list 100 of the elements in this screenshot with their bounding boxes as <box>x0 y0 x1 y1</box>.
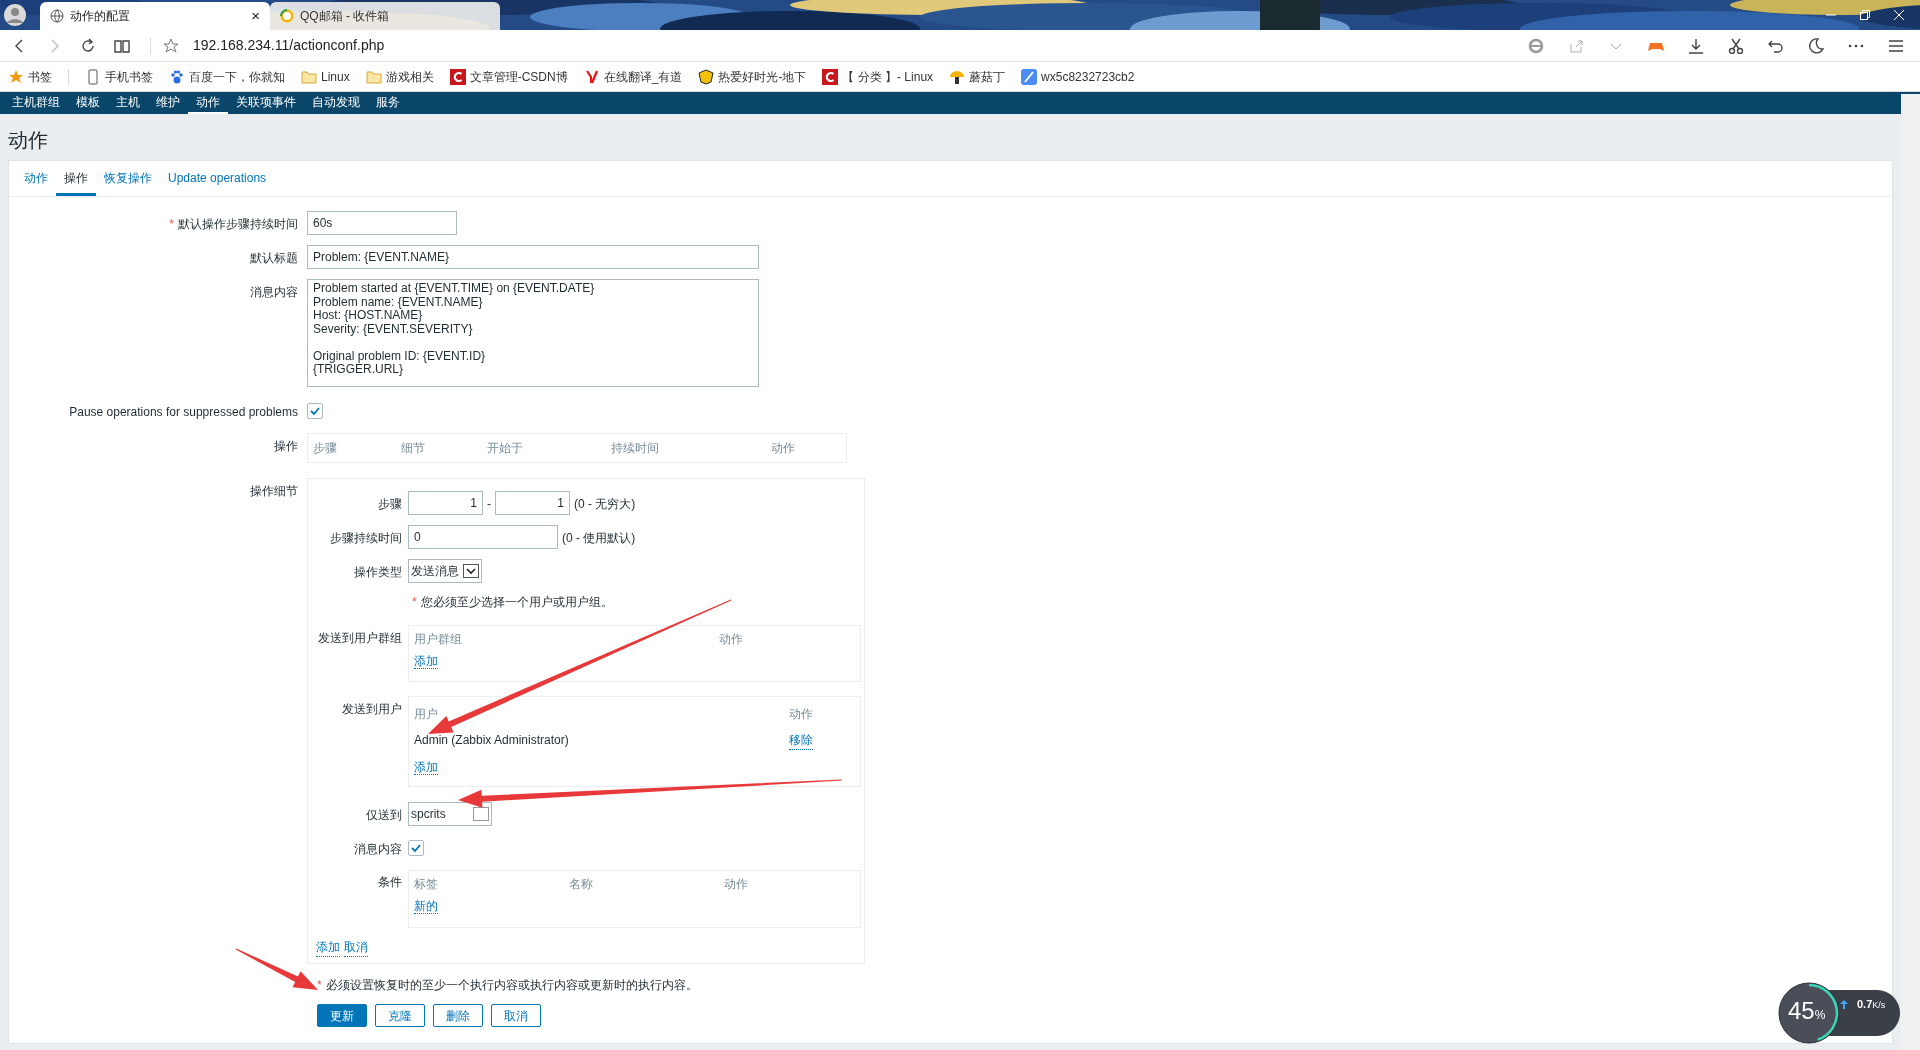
browser-tab[interactable]: QQ邮箱 - 收件箱 <box>270 2 500 30</box>
bookmark[interactable]: 在线翻译_有道 <box>583 67 683 86</box>
qq-mail-icon <box>280 9 294 23</box>
download-icon[interactable] <box>1688 37 1704 54</box>
form-tab[interactable]: 动作 <box>16 163 56 196</box>
close-icon[interactable] <box>1894 10 1904 20</box>
browser-tab[interactable]: 动作的配置 × <box>40 2 270 30</box>
column-header: 标签 <box>414 876 439 893</box>
input-field[interactable]: Problem: {EVENT.NAME} <box>307 245 759 269</box>
step-from-field[interactable]: 1 <box>408 491 483 515</box>
field-label: 条件 <box>378 875 402 889</box>
field-label: 步骤 <box>378 497 402 511</box>
bookmark[interactable]: 百度一下，你就知 <box>169 67 285 86</box>
ie-icon[interactable] <box>1528 37 1544 54</box>
column-header: 名称 <box>569 876 594 893</box>
field-label: 发送到用户 <box>342 702 402 716</box>
field-label: 消息内容 <box>250 285 298 299</box>
bookmark[interactable]: 游戏相关 <box>365 67 434 86</box>
column-header: 动作 <box>724 876 749 893</box>
column-header: 动作 <box>719 631 744 648</box>
mushroom-icon <box>949 68 966 85</box>
badge-icon <box>698 68 715 85</box>
separator-text: - <box>487 496 491 513</box>
bookmark[interactable]: Linux <box>301 67 350 86</box>
checkbox[interactable] <box>307 403 323 419</box>
field-label: Pause operations for suppressed problems <box>69 405 298 419</box>
bookmark[interactable]: 热爱好时光-地下 <box>698 67 807 86</box>
checkbox[interactable] <box>408 840 424 856</box>
folder-icon <box>365 68 382 85</box>
nav-menu-item[interactable]: 主机群组 <box>4 92 68 114</box>
upload-arrow-icon <box>1840 1000 1848 1009</box>
c-logo-icon <box>449 68 466 85</box>
nav-menu-item[interactable]: 服务 <box>368 92 408 114</box>
star-icon[interactable] <box>163 37 179 54</box>
action-link[interactable]: 添加 <box>316 938 340 957</box>
nav-menu-item[interactable]: 关联项事件 <box>228 92 304 114</box>
nav-menu-item[interactable]: 维护 <box>148 92 188 114</box>
form-tab[interactable]: 恢复操作 <box>96 163 160 196</box>
field-label: 默认操作步骤持续时间 <box>178 217 298 231</box>
action-link[interactable]: 取消 <box>344 938 368 957</box>
book-icon[interactable] <box>114 37 130 54</box>
restore-icon[interactable] <box>1860 10 1870 20</box>
folder-icon <box>301 68 317 85</box>
address-bar[interactable]: 192.168.234.11/actionconf.php <box>193 35 385 56</box>
table-cell-text: Admin (Zabbix Administrator) <box>414 732 570 749</box>
upload-speed-text: 0.7K/s <box>1857 997 1886 1012</box>
phone-icon <box>85 68 101 85</box>
column-header: 动作 <box>771 440 796 457</box>
input-field[interactable]: 60s <box>307 211 457 235</box>
star-icon <box>8 68 24 85</box>
nav-menu-item[interactable]: 模板 <box>68 92 108 114</box>
send-only-to-select[interactable]: spcrits <box>408 802 492 826</box>
nav-menu-item[interactable]: 主机 <box>108 92 148 114</box>
percent-text: 45% <box>1788 997 1826 1026</box>
dropdown-icon <box>463 564 479 578</box>
warning-text: 您必须至少选择一个用户或用户组。 <box>420 594 613 611</box>
c-logo-icon <box>822 68 839 85</box>
field-label: 步骤持续时间 <box>330 531 402 545</box>
form-button[interactable]: 克隆 <box>375 1004 425 1027</box>
bookmark[interactable]: 文章管理-CSDN博 <box>449 67 568 86</box>
globe-icon <box>50 9 64 23</box>
bookmark[interactable]: 书签 <box>8 67 52 86</box>
message-textarea[interactable]: Problem started at {EVENT.TIME} on {EVENT.DATE} Problem name: {EVENT.NAME} Host: {HOST.NAME} Severity: {EVENT.SEVERITY} Original problem ID: {EVENT.ID} {TRIGGER.URL} <box>307 279 759 387</box>
column-header: 用户群组 <box>414 631 463 648</box>
form-tab[interactable]: Update operations <box>160 163 275 196</box>
moon-icon[interactable] <box>1808 37 1824 54</box>
paw-icon <box>169 68 185 85</box>
hint-text: (0 - 无穷大) <box>574 496 636 513</box>
form-button[interactable]: 取消 <box>491 1004 541 1027</box>
close-tab-button[interactable]: × <box>251 4 260 28</box>
required-mark: * <box>412 594 417 611</box>
operation-type-select[interactable]: 发送消息 <box>408 559 482 583</box>
column-header: 动作 <box>789 706 814 723</box>
remove-link[interactable]: 移除 <box>789 731 813 750</box>
step-to-field[interactable]: 1 <box>495 491 570 515</box>
bookmark[interactable]: wx5c8232723cb2 <box>1021 67 1135 86</box>
menu-icon[interactable] <box>1888 37 1904 54</box>
column-header: 步骤 <box>313 440 338 457</box>
field-label: 操作 <box>274 439 298 453</box>
field-label: 操作细节 <box>250 484 298 498</box>
scissors-icon[interactable] <box>1728 37 1744 54</box>
required-mark: * <box>317 977 322 994</box>
warning-text: 必须设置恢复时的至少一个执行内容或执行内容或更新时的执行内容。 <box>325 977 698 994</box>
bookmark[interactable]: 蘑菇丁 <box>949 67 1006 86</box>
field-label: 默认标题 <box>250 251 298 265</box>
form-tab[interactable]: 操作 <box>56 163 96 196</box>
field-label: 消息内容 <box>354 842 402 856</box>
feather-icon <box>1021 68 1038 85</box>
reload-icon[interactable] <box>80 37 96 54</box>
scrollbar[interactable] <box>1901 94 1920 1050</box>
form-button[interactable]: 更新 <box>317 1004 367 1027</box>
nav-menu-item[interactable]: 动作 <box>188 92 228 114</box>
add-link[interactable]: 添加 <box>414 654 438 669</box>
nav-menu-item[interactable]: 自动发现 <box>304 92 368 114</box>
form-button[interactable]: 删除 <box>433 1004 483 1027</box>
add-link[interactable]: 添加 <box>414 760 438 775</box>
bookmark[interactable]: 手机书签 <box>85 67 153 86</box>
new-condition-link[interactable]: 新的 <box>414 899 438 914</box>
input-field[interactable]: 0 <box>408 525 558 549</box>
bookmark[interactable]: 【 分类 】- Linux <box>822 67 934 86</box>
